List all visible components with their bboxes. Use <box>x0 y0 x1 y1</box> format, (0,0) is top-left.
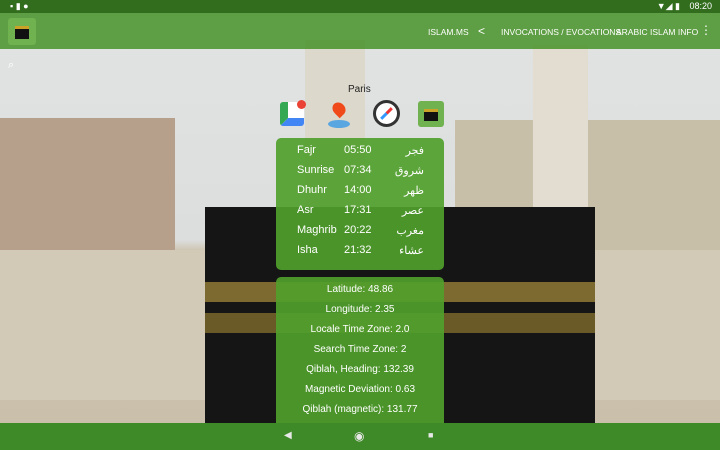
prayer-row: Fajr 05:50 فجر <box>276 144 444 164</box>
navigation-bar: ◀ ◉ ■ <box>0 423 720 450</box>
kaaba-app-icon[interactable] <box>418 101 444 127</box>
building-left <box>0 118 175 258</box>
prayer-name: Isha <box>297 244 318 256</box>
back-button[interactable]: ◀ <box>284 430 292 441</box>
prayer-arabic: مغرب <box>396 225 424 237</box>
qiblah-heading: Qiblah, Heading: 132.39 <box>306 364 414 375</box>
prayer-arabic: فجر <box>405 145 424 157</box>
longitude: Longitude: 2.35 <box>325 304 395 315</box>
locale-time-zone: Locale Time Zone: 2.0 <box>310 324 410 335</box>
location-info-panel: Latitude: 48.86 Longitude: 2.35 Locale T… <box>276 277 444 423</box>
home-button[interactable]: ◉ <box>354 429 364 443</box>
prayer-arabic: عصر <box>401 205 424 217</box>
status-bar: ▪ ▮ ● ▼◢ ▮ 08:20 <box>0 0 720 13</box>
search-time-zone: Search Time Zone: 2 <box>313 344 407 355</box>
latitude: Latitude: 48.86 <box>326 284 394 295</box>
prayer-times-panel: Fajr 05:50 فجر Sunrise 07:34 شروق Dhuhr 14:00… <box>276 138 444 270</box>
prayer-arabic: عشاء <box>399 245 424 257</box>
city-label: Paris <box>348 84 371 95</box>
prayer-row: Isha 21:32 عشاء <box>276 244 444 264</box>
prayer-name: Sunrise <box>297 164 335 176</box>
prayer-name: Maghrib <box>297 224 337 236</box>
location-pin-icon[interactable] <box>328 99 350 128</box>
notification-icons: ▪ ▮ ● <box>10 1 29 11</box>
compass-icon[interactable] <box>373 100 400 127</box>
app-logo-icon[interactable] <box>8 18 36 45</box>
more-options-icon[interactable]: ⋮ <box>700 23 712 37</box>
islam-ms-button[interactable]: ISLAM.MS <box>428 27 469 37</box>
invocations-button[interactable]: INVOCATIONS / EVOCATIONS <box>501 27 621 37</box>
magnetic-deviation: Magnetic Deviation: 0.63 <box>304 384 416 395</box>
prayer-row: Dhuhr 14:00 ظهر <box>276 184 444 204</box>
prayer-row: Maghrib 20:22 مغرب <box>276 224 444 244</box>
clock: 08:20 <box>689 1 712 11</box>
qiblah-magnetic: Qiblah (magnetic): 131.77 <box>302 404 418 415</box>
app-bar: ISLAM.MS < INVOCATIONS / EVOCATIONS ARAB… <box>0 13 720 49</box>
google-maps-icon[interactable] <box>280 100 306 126</box>
recents-button[interactable]: ■ <box>428 430 433 440</box>
signal-battery-icon: ▼◢ ▮ <box>656 1 680 11</box>
arabic-islam-info-button[interactable]: ARABIC ISLAM INFO <box>616 27 698 37</box>
prayer-arabic: ظهر <box>404 185 424 197</box>
prayer-time: 21:32 <box>344 244 372 256</box>
prayer-row: Asr 17:31 عصر <box>276 204 444 224</box>
prayer-name: Fajr <box>297 144 316 156</box>
prayer-name: Asr <box>297 204 314 216</box>
prayer-row: Sunrise 07:34 شروق <box>276 164 444 184</box>
share-icon[interactable]: < <box>478 24 485 38</box>
prayer-time: 05:50 <box>344 144 372 156</box>
search-icon[interactable]: ⌕ <box>8 59 14 72</box>
prayer-time: 07:34 <box>344 164 372 176</box>
prayer-time: 20:22 <box>344 224 372 236</box>
prayer-name: Dhuhr <box>297 184 327 196</box>
prayer-arabic: شروق <box>394 165 424 177</box>
prayer-time: 17:31 <box>344 204 372 216</box>
prayer-time: 14:00 <box>344 184 372 196</box>
